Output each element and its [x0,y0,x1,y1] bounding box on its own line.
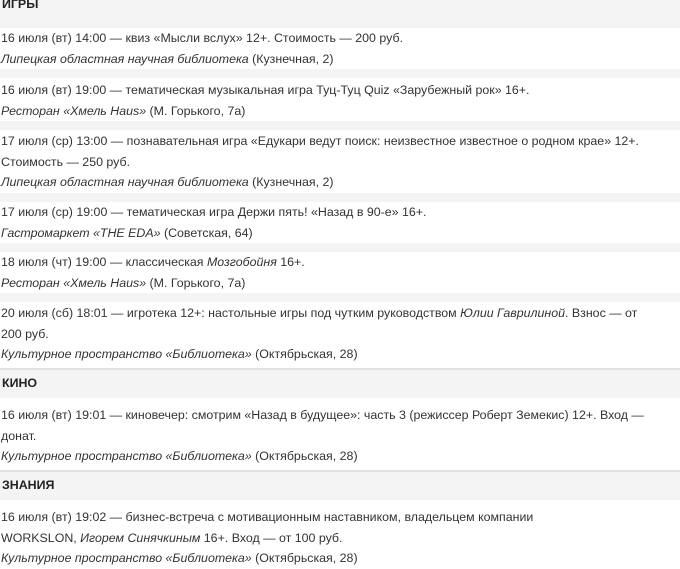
event-item: 17 июля (ср) 19:00 — тематическая игра Д… [0,202,680,243]
venue-address: (Октябрьская, 28) [251,551,358,565]
event-venue: Ресторан «Хмель Haus» (М. Горького, 7а) [1,101,680,122]
text-part: 16+. Вход — от 100 руб. [200,530,343,545]
speaker-name: Игорем Синячкиным [80,530,201,545]
section-title: КИНО [2,376,38,390]
venue-address: (Октябрьская, 28) [251,347,358,361]
event-item: 18 июля (чт) 19:00 — классическая Мозгоб… [0,252,680,293]
venue-address: (М. Горького, 7а) [146,103,246,118]
event-description-cont: донат. [1,428,37,443]
divider [0,293,680,302]
venue-address: (Октябрьская, 28) [251,449,358,463]
venue-name: Культурное пространство «Библиотека» [1,347,252,361]
venue-address: (Советская, 64) [160,225,253,240]
event-description: 18 июля (чт) 19:00 — классическая Мозгоб… [1,252,680,273]
event-item: 20 июля (сб) 18:01 — игротека 12+: насто… [0,303,680,365]
event-description: 17 июля (ср) 19:00 — тематическая игра Д… [1,205,427,219]
game-name: Мозгобойня [206,255,277,269]
event-description: 16 июля (вт) 19:01 — киновечер: смотрим … [1,408,644,422]
divider [0,193,680,202]
host-name: Юлии Гаврилиной [460,306,565,320]
event-description: 20 июля (сб) 18:01 — игротека 12+: насто… [1,303,680,324]
event-description: 17 июля (ср) 13:00 — познавательная игра… [1,134,639,148]
divider [0,69,680,78]
venue-name: Ресторан «Хмель Haus» [1,103,147,118]
event-venue: Культурное пространство «Библиотека» (Ок… [1,344,680,365]
event-item: 16 июля (вт) 14:00 — квиз «Мысли вслух» … [0,28,680,69]
event-item: 16 июля (вт) 19:00 — тематическая музыка… [0,80,680,121]
venue-name: Гастромаркет «THE EDA» [1,225,161,240]
event-venue: Липецкая областная научная библиотека (К… [1,49,680,70]
event-item: 16 июля (вт) 19:01 — киновечер: смотрим … [0,405,680,467]
event-description-cont: WORKSLON, Игорем Синячкиным 16+. Вход — … [1,528,680,549]
section-header-games: ИГРЫ [0,0,680,16]
event-description: 16 июля (вт) 14:00 — квиз «Мысли вслух» … [1,31,404,45]
venue-name: Ресторан «Хмель Haus» [1,275,147,290]
venue-address: (Кузнечная, 2) [248,175,334,189]
section-header-cinema: КИНО [0,368,680,398]
divider [0,243,680,252]
venue-address: (Кузнечная, 2) [248,51,334,66]
text-part: . Взнос — от [565,306,638,320]
text-part: 20 июля (сб) 18:01 — игротека 12+: насто… [1,306,461,320]
event-venue: Ресторан «Хмель Haus» (М. Горького, 7а) [1,273,680,294]
section-header-knowledge: ЗНАНИЯ [0,470,680,500]
venue-address: (М. Горького, 7а) [146,275,246,290]
divider [0,121,680,130]
event-description: 16 июля (вт) 19:00 — тематическая музыка… [1,83,530,97]
text-part: 18 июля (чт) 19:00 — классическая [1,255,207,269]
venue-name: Липецкая областная научная библиотека [1,175,249,189]
section-title: ИГРЫ [2,0,39,11]
text-part: 16+. [276,255,305,269]
event-description-cont: Стоимость — 250 руб. [1,154,131,169]
divider [0,16,680,28]
event-venue: Липецкая областная научная библиотека (К… [1,172,680,193]
section-title: ЗНАНИЯ [2,478,55,492]
event-item: 16 июля (вт) 19:02 — бизнес-встреча с мо… [0,507,680,569]
event-venue: Культурное пространство «Библиотека» (Ок… [1,548,680,569]
event-venue: Культурное пространство «Библиотека» (Ок… [1,446,680,467]
venue-name: Культурное пространство «Библиотека» [1,449,252,463]
venue-name: Липецкая областная научная библиотека [1,51,249,66]
event-description: 16 июля (вт) 19:02 — бизнес-встреча с мо… [1,510,534,524]
venue-name: Культурное пространство «Библиотека» [1,551,252,565]
event-description-cont: 200 руб. [1,326,49,341]
event-item: 17 июля (ср) 13:00 — познавательная игра… [0,131,680,193]
event-venue: Гастромаркет «THE EDA» (Советская, 64) [1,223,680,244]
text-part: WORKSLON, [1,530,81,545]
